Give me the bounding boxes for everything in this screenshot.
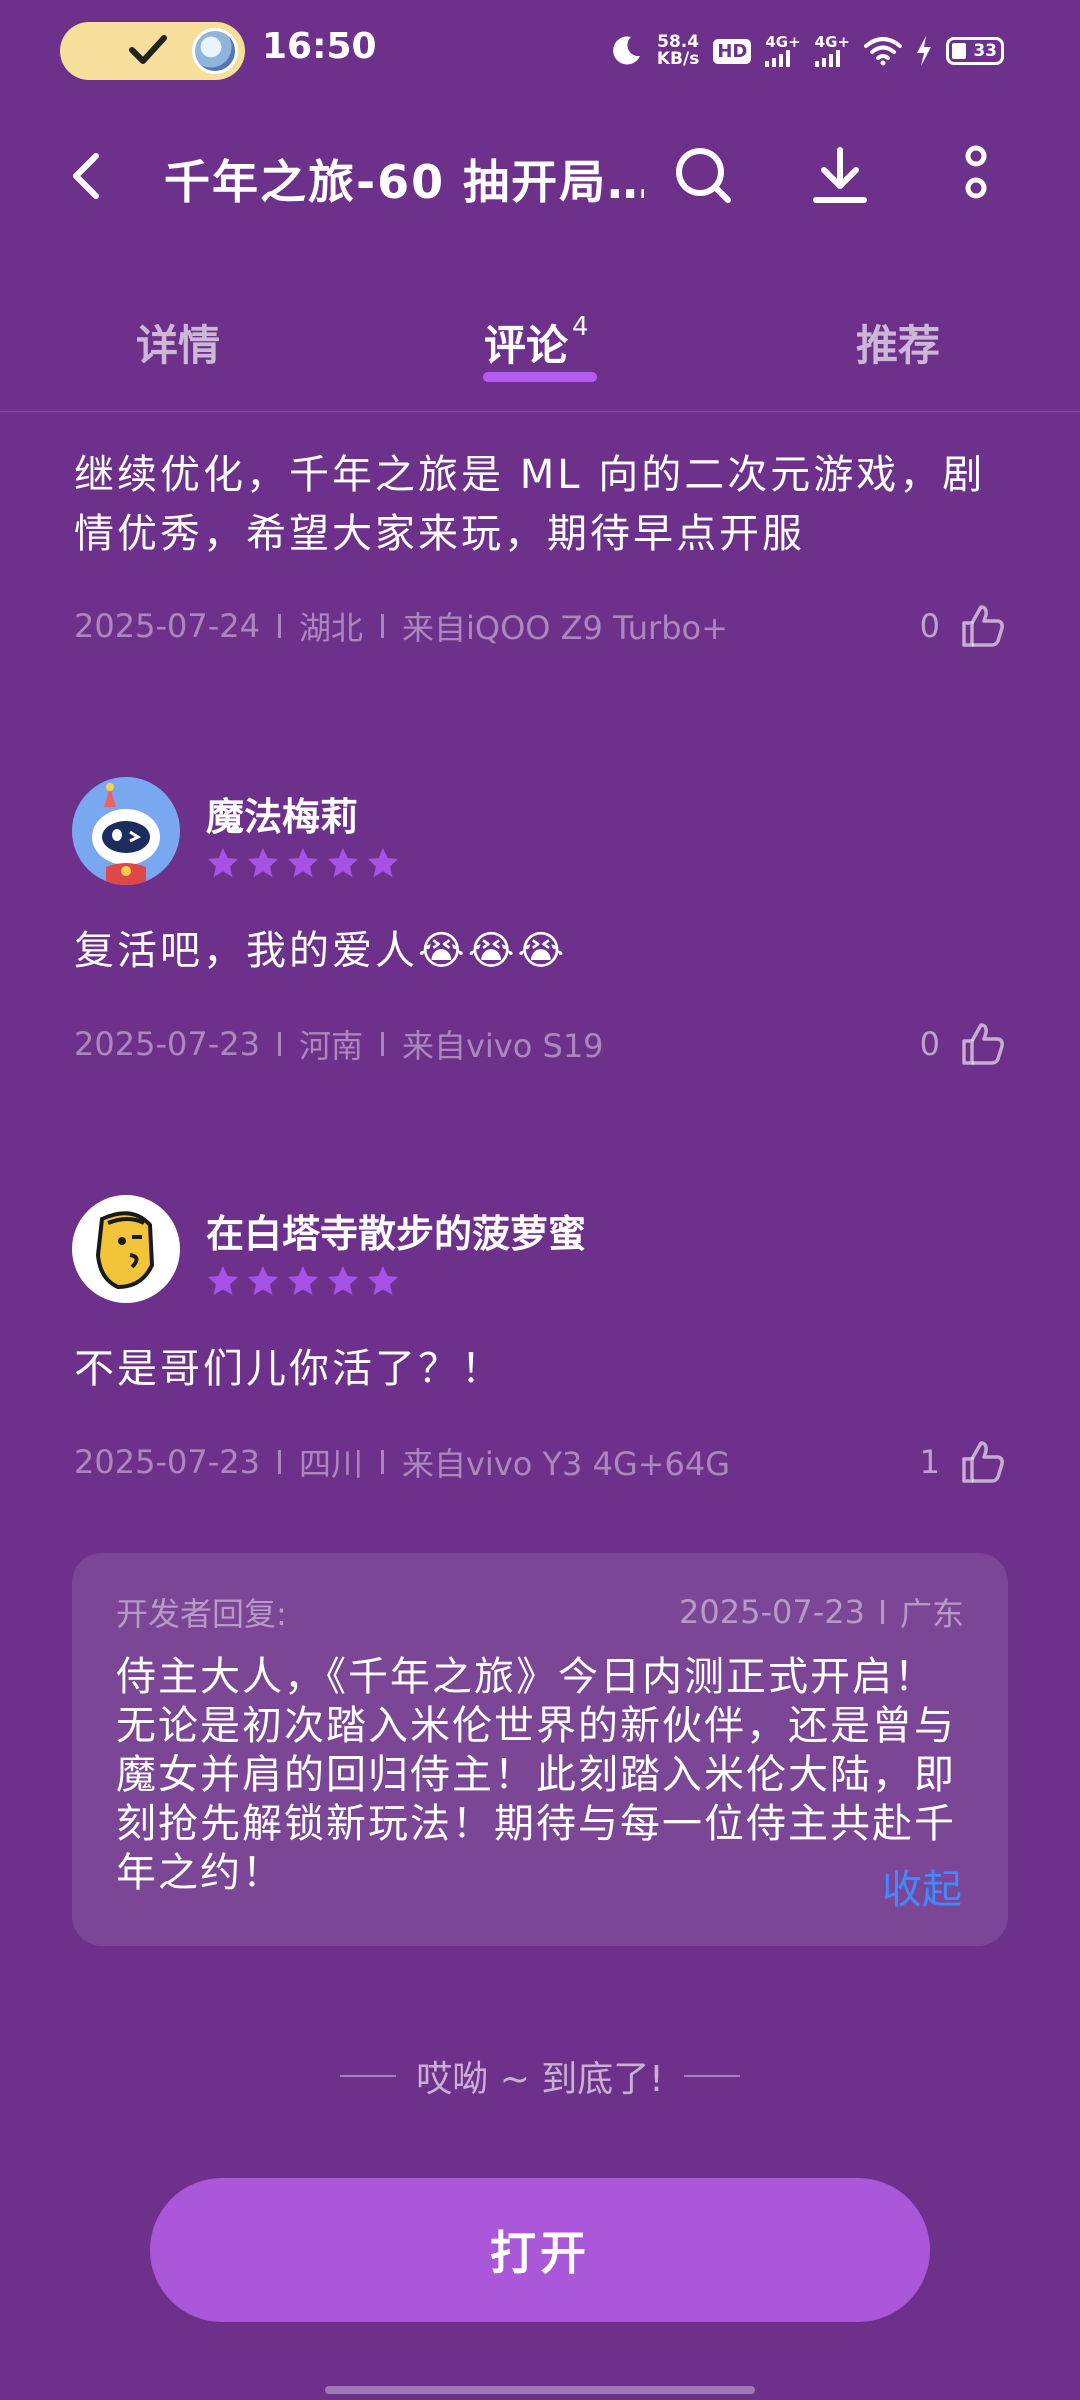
signal-bars-icon: [814, 49, 840, 67]
download-icon[interactable]: [808, 144, 872, 208]
comment-date: 2025-07-24: [74, 607, 260, 645]
reply-region: 广东: [899, 1595, 964, 1633]
star-icon: [328, 1266, 358, 1295]
app-bar: 千年之旅-60 抽开局…: [0, 120, 1080, 230]
open-button[interactable]: 打开: [150, 2178, 930, 2322]
comment-text: 复活吧，我的爱人😭😭😭: [74, 928, 568, 974]
active-tab-indicator: [483, 372, 597, 382]
net-speed: 58.4 KB/s: [656, 32, 700, 69]
like-button[interactable]: 0: [920, 1021, 1006, 1067]
star-icon: [208, 848, 238, 877]
comment-region: 四川: [298, 1445, 363, 1483]
comment-device: 来自vivo Y3 4G+64G: [401, 1445, 731, 1483]
comment-meta: 2025-07-23 河南 来自vivo S19 0: [74, 1020, 1006, 1068]
star-icon: [288, 848, 318, 877]
like-button[interactable]: 0: [920, 603, 1006, 649]
signal-2: 4G+: [814, 35, 850, 67]
wifi-icon: [864, 37, 902, 66]
comment-device: 来自iQOO Z9 Turbo+: [401, 609, 728, 647]
comment-device: 来自vivo S19: [401, 1027, 604, 1065]
search-icon[interactable]: [672, 144, 736, 208]
tab-comments[interactable]: 评论 4: [484, 312, 589, 373]
comment-date: 2025-07-23: [74, 1443, 260, 1481]
thumbs-up-icon: [962, 1023, 1004, 1065]
tab-recommend[interactable]: 推荐: [856, 312, 940, 373]
tab-bar: 详情 评论 4 推荐: [0, 300, 1080, 412]
star-icon: [248, 848, 278, 877]
developer-reply-text: 侍主大人，《千年之旅》今日内测正式开启！无论是初次踏入米伦世界的新伙伴，还是曾与…: [116, 1654, 956, 1896]
back-arrow-icon[interactable]: [60, 148, 116, 204]
comment-count: 4: [572, 312, 589, 342]
end-of-list: 哎呦 ~ 到底了!: [0, 2050, 1080, 2102]
globe-avatar-icon: [192, 28, 238, 74]
star-icon: [208, 1266, 238, 1295]
app-screen: 16:50 58.4 KB/s HD 4G+ 4G+ 33 千年之旅-60 抽开…: [0, 0, 1080, 2400]
comment-date: 2025-07-23: [74, 1025, 260, 1063]
status-icons: 58.4 KB/s HD 4G+ 4G+ 33: [609, 28, 1004, 74]
like-count: 1: [919, 1443, 940, 1481]
thumbs-up-icon: [962, 1441, 1004, 1483]
reply-date: 2025-07-23: [679, 1593, 865, 1631]
page-title: 千年之旅-60 抽开局…: [164, 155, 644, 209]
status-pill[interactable]: [60, 22, 245, 80]
avatar[interactable]: [72, 1195, 180, 1303]
comment-text: 继续优化，千年之旅是 ML 向的二次元游戏，剧情优秀，希望大家来玩，期待早点开服: [74, 452, 986, 557]
username: 在白塔寺散步的菠萝蜜: [206, 1212, 587, 1256]
comment-region: 河南: [298, 1027, 363, 1065]
thumbs-up-icon: [962, 605, 1004, 647]
hd-voice-icon: HD: [713, 38, 752, 64]
signal-1: 4G+: [765, 35, 801, 67]
comment-text: 不是哥们儿你活了？！: [74, 1346, 504, 1392]
star-rating: [206, 846, 400, 880]
comment-meta: 2025-07-23 四川 来自vivo Y3 4G+64G 1: [74, 1438, 1006, 1486]
comment-meta: 2025-07-24 湖北 来自iQOO Z9 Turbo+ 0: [74, 602, 1006, 650]
star-icon: [288, 1266, 318, 1295]
comment-region: 湖北: [298, 609, 363, 647]
cartoon-face-avatar-icon: [72, 1195, 180, 1303]
divider: [340, 2075, 397, 2077]
like-button[interactable]: 1: [920, 1439, 1006, 1485]
status-bar: 16:50 58.4 KB/s HD 4G+ 4G+ 33: [0, 0, 1080, 100]
signal-bars-icon: [765, 49, 791, 67]
more-vertical-icon[interactable]: [944, 144, 1008, 208]
like-count: 0: [919, 607, 940, 645]
tab-details[interactable]: 详情: [136, 312, 220, 373]
divider: [683, 2075, 740, 2077]
clock: 16:50: [262, 26, 377, 67]
star-icon: [368, 848, 398, 877]
star-icon: [328, 848, 358, 877]
check-icon: [129, 35, 167, 64]
developer-reply-meta: 2025-07-23 广东: [679, 1589, 964, 1635]
do-not-disturb-moon-icon: [613, 36, 640, 65]
like-count: 0: [919, 1025, 940, 1063]
username: 魔法梅莉: [206, 795, 359, 839]
developer-reply-label: 开发者回复:: [116, 1595, 287, 1633]
collapse-button[interactable]: 收起: [882, 1857, 962, 1915]
star-icon: [368, 1266, 398, 1295]
robot-cat-avatar-icon: [72, 777, 180, 885]
end-text: 哎呦 ~ 到底了!: [416, 2059, 664, 2100]
developer-reply: 开发者回复: 2025-07-23 广东 侍主大人，《千年之旅》今日内测正式开启…: [72, 1553, 1008, 1946]
star-rating: [206, 1264, 400, 1298]
charging-bolt-icon: [917, 36, 931, 66]
battery-icon: 33: [946, 37, 1004, 65]
home-indicator[interactable]: [325, 2386, 755, 2394]
avatar[interactable]: [72, 777, 180, 885]
star-icon: [248, 1266, 278, 1295]
